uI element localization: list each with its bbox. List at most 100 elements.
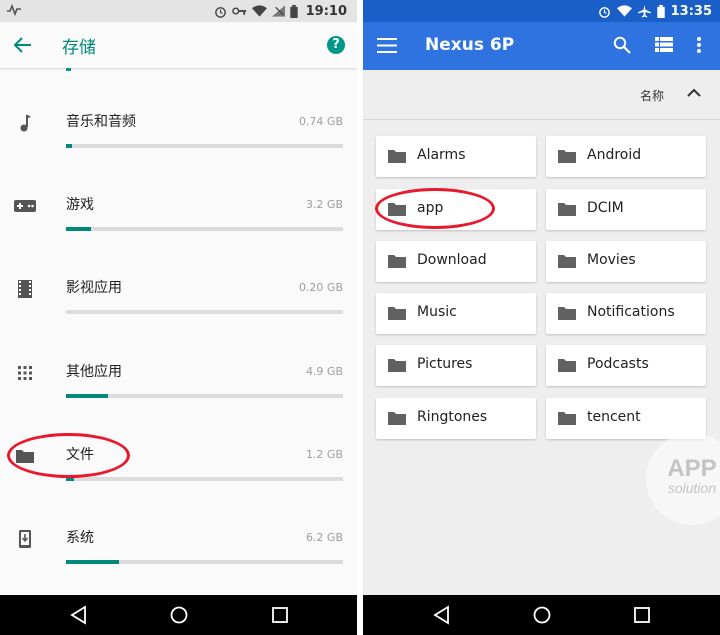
apps-grid-icon bbox=[12, 362, 38, 384]
app-bar: 存储 ? bbox=[0, 22, 357, 68]
chevron-up-icon[interactable] bbox=[687, 88, 701, 98]
alarm-icon bbox=[214, 6, 226, 18]
usage-bar-fill bbox=[66, 394, 108, 398]
nav-back-icon[interactable] bbox=[433, 605, 451, 625]
folder-tile[interactable]: Notifications bbox=[546, 293, 706, 334]
storage-item-other-apps[interactable]: 其他应用 4.9 GB bbox=[0, 362, 357, 445]
app-bar: Nexus 6P bbox=[363, 22, 720, 70]
folder-icon bbox=[558, 150, 576, 163]
nav-recents-icon[interactable] bbox=[633, 605, 651, 625]
storage-item-music[interactable]: 音乐和音频 0.74 GB bbox=[0, 112, 357, 195]
folder-icon bbox=[388, 150, 406, 163]
sort-by-name-button[interactable]: 名称 bbox=[640, 87, 664, 104]
nav-recents-icon[interactable] bbox=[271, 605, 289, 625]
folder-icon bbox=[388, 255, 406, 268]
folder-tile[interactable]: Alarms bbox=[376, 136, 536, 177]
storage-settings-screen: 19:10 存储 ? 音乐和音频 0.74 GB 游戏 3.2 GB 影视应用 … bbox=[0, 0, 357, 635]
folder-tile[interactable]: Podcasts bbox=[546, 345, 706, 386]
system-update-icon bbox=[12, 528, 38, 550]
page-title: Nexus 6P bbox=[425, 35, 515, 55]
storage-item-size: 6.2 GB bbox=[305, 531, 343, 544]
storage-item-size: 4.9 GB bbox=[305, 365, 343, 378]
storage-item-label: 其他应用 bbox=[66, 364, 122, 380]
sort-bar: 名称 bbox=[363, 70, 720, 120]
navigation-bar bbox=[363, 595, 720, 635]
nav-home-icon[interactable] bbox=[532, 605, 552, 625]
gamepad-icon bbox=[12, 195, 38, 217]
hamburger-menu-icon[interactable] bbox=[377, 38, 397, 53]
highlight-ring-app bbox=[375, 188, 495, 229]
folder-name: Ringtones bbox=[417, 409, 488, 425]
no-signal-icon bbox=[271, 5, 285, 17]
status-bar: 13:35 bbox=[363, 0, 720, 22]
usage-bar-fill bbox=[66, 227, 91, 231]
usage-bar bbox=[66, 227, 343, 231]
help-icon[interactable]: ? bbox=[327, 36, 345, 54]
folder-name: Pictures bbox=[417, 356, 473, 372]
storage-item-size: 3.2 GB bbox=[305, 198, 343, 211]
usage-bar bbox=[66, 310, 343, 314]
folder-name: Movies bbox=[587, 252, 636, 268]
folder-tile[interactable]: Music bbox=[376, 293, 536, 334]
usage-bar bbox=[66, 144, 343, 148]
more-options-icon[interactable] bbox=[696, 35, 702, 55]
wifi-icon bbox=[251, 5, 267, 17]
storage-item-label: 影视应用 bbox=[66, 280, 122, 296]
storage-item-label: 音乐和音频 bbox=[66, 114, 136, 130]
folder-icon bbox=[558, 307, 576, 320]
vpn-key-icon bbox=[231, 7, 246, 15]
watermark-line2: solution bbox=[667, 480, 717, 496]
folder-name: DCIM bbox=[587, 200, 624, 216]
storage-item-size: 1.2 GB bbox=[305, 448, 343, 461]
battery-icon bbox=[289, 4, 298, 18]
folder-icon bbox=[388, 412, 406, 425]
folder-tile[interactable]: Download bbox=[376, 241, 536, 282]
battery-icon bbox=[656, 4, 665, 18]
screenshot-pair: 19:10 存储 ? 音乐和音频 0.74 GB 游戏 3.2 GB 影视应用 … bbox=[0, 0, 720, 635]
usage-bar-fill bbox=[66, 144, 72, 148]
storage-item-size: 0.20 GB bbox=[298, 281, 343, 294]
folder-icon bbox=[388, 359, 406, 372]
usage-bar-fill bbox=[66, 560, 119, 564]
storage-item-label: 系统 bbox=[66, 530, 94, 546]
folder-tile[interactable]: Movies bbox=[546, 241, 706, 282]
alarm-icon bbox=[598, 6, 610, 18]
folder-tile[interactable]: Android bbox=[546, 136, 706, 177]
folder-tile[interactable]: tencent bbox=[546, 398, 706, 439]
status-time: 19:10 bbox=[305, 3, 347, 19]
film-icon bbox=[12, 278, 38, 300]
list-view-icon[interactable] bbox=[655, 37, 673, 52]
folder-icon bbox=[558, 255, 576, 268]
search-icon[interactable] bbox=[613, 36, 631, 54]
folder-tile[interactable]: DCIM bbox=[546, 189, 706, 230]
wifi-icon bbox=[616, 5, 632, 17]
status-bar: 19:10 bbox=[0, 0, 357, 22]
folder-name: Download bbox=[417, 252, 487, 268]
back-arrow-icon[interactable] bbox=[12, 34, 34, 56]
folder-icon bbox=[558, 412, 576, 425]
nav-back-icon[interactable] bbox=[70, 605, 88, 625]
folder-icon bbox=[558, 203, 576, 216]
folder-icon bbox=[558, 359, 576, 372]
folder-name: Music bbox=[417, 304, 457, 320]
highlight-ring-files bbox=[7, 433, 130, 478]
folder-name: Alarms bbox=[417, 147, 466, 163]
scrolled-usage-bar-remnant bbox=[66, 68, 71, 71]
folder-name: Android bbox=[587, 147, 642, 163]
watermark-line1: APP bbox=[667, 455, 717, 482]
status-time: 13:35 bbox=[670, 3, 712, 19]
activity-pulse-icon bbox=[7, 4, 21, 16]
folder-name: Notifications bbox=[587, 304, 675, 320]
file-browser-screen: 13:35 Nexus 6P 名称 Alarms Android app DCI… bbox=[363, 0, 720, 635]
storage-item-games[interactable]: 游戏 3.2 GB bbox=[0, 195, 357, 278]
app-solution-watermark: APP solution bbox=[646, 433, 720, 525]
usage-bar bbox=[66, 394, 343, 398]
music-note-icon bbox=[12, 112, 38, 134]
folder-tile[interactable]: Pictures bbox=[376, 345, 536, 386]
storage-item-video-apps[interactable]: 影视应用 0.20 GB bbox=[0, 278, 357, 361]
nav-home-icon[interactable] bbox=[169, 605, 189, 625]
folder-tile[interactable]: Ringtones bbox=[376, 398, 536, 439]
navigation-bar bbox=[0, 595, 357, 635]
folder-name: Podcasts bbox=[587, 356, 649, 372]
usage-bar bbox=[66, 560, 343, 564]
